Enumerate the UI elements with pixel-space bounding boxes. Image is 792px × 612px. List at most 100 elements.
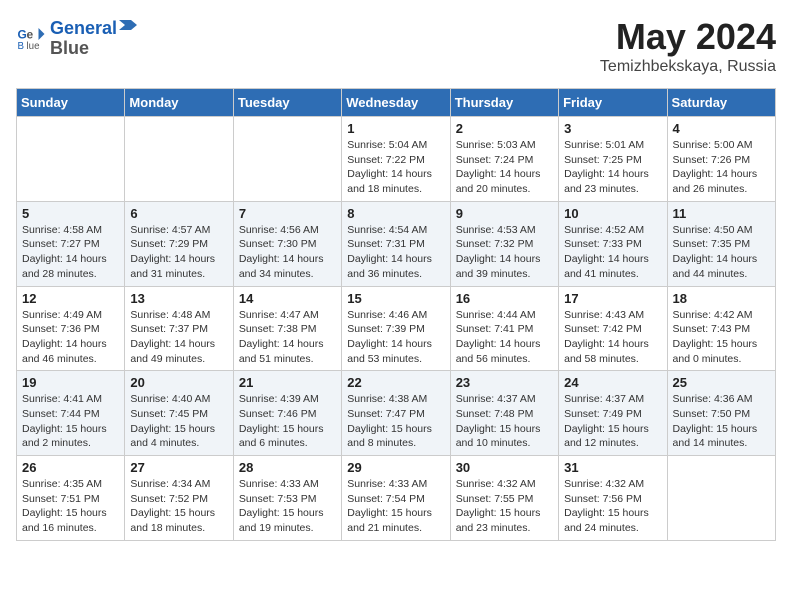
day-info: Sunrise: 4:41 AM Sunset: 7:44 PM Dayligh…	[22, 392, 119, 451]
calendar-week-row: 1 Sunrise: 5:04 AM Sunset: 7:22 PM Daylig…	[17, 117, 776, 202]
calendar-cell: 9 Sunrise: 4:53 AM Sunset: 7:32 PM Daylig…	[450, 201, 558, 286]
day-number: 11	[673, 206, 770, 221]
calendar-cell: 16 Sunrise: 4:44 AM Sunset: 7:41 PM Dayli…	[450, 286, 558, 371]
day-info: Sunrise: 4:49 AM Sunset: 7:36 PM Dayligh…	[22, 308, 119, 367]
day-number: 22	[347, 375, 444, 390]
day-number: 30	[456, 460, 553, 475]
page-header: G e B lue General Blue May 2024 Temizhbe…	[16, 16, 776, 76]
calendar-cell: 17 Sunrise: 4:43 AM Sunset: 7:42 PM Dayli…	[559, 286, 667, 371]
calendar-cell: 19 Sunrise: 4:41 AM Sunset: 7:44 PM Dayli…	[17, 371, 125, 456]
calendar-cell	[667, 456, 775, 541]
logo-blue: Blue	[50, 39, 139, 59]
day-info: Sunrise: 4:33 AM Sunset: 7:53 PM Dayligh…	[239, 477, 336, 536]
day-info: Sunrise: 4:35 AM Sunset: 7:51 PM Dayligh…	[22, 477, 119, 536]
calendar-cell: 24 Sunrise: 4:37 AM Sunset: 7:49 PM Dayli…	[559, 371, 667, 456]
day-number: 27	[130, 460, 227, 475]
day-number: 21	[239, 375, 336, 390]
day-info: Sunrise: 4:36 AM Sunset: 7:50 PM Dayligh…	[673, 392, 770, 451]
weekday-header: Monday	[125, 89, 233, 117]
day-info: Sunrise: 4:37 AM Sunset: 7:48 PM Dayligh…	[456, 392, 553, 451]
day-number: 13	[130, 291, 227, 306]
calendar-week-row: 5 Sunrise: 4:58 AM Sunset: 7:27 PM Daylig…	[17, 201, 776, 286]
day-number: 24	[564, 375, 661, 390]
svg-text:G: G	[18, 28, 27, 42]
calendar-cell: 5 Sunrise: 4:58 AM Sunset: 7:27 PM Daylig…	[17, 201, 125, 286]
day-info: Sunrise: 4:58 AM Sunset: 7:27 PM Dayligh…	[22, 223, 119, 282]
day-info: Sunrise: 4:54 AM Sunset: 7:31 PM Dayligh…	[347, 223, 444, 282]
weekday-header: Sunday	[17, 89, 125, 117]
day-number: 28	[239, 460, 336, 475]
logo-arrow	[119, 16, 139, 34]
weekday-header: Thursday	[450, 89, 558, 117]
calendar-cell: 6Sunrise: 4:57 AM Sunset: 7:29 PM Daylig…	[125, 201, 233, 286]
logo-general: General	[50, 19, 117, 39]
weekday-header: Saturday	[667, 89, 775, 117]
calendar-cell: 15 Sunrise: 4:46 AM Sunset: 7:39 PM Dayli…	[342, 286, 450, 371]
day-info: Sunrise: 4:48 AM Sunset: 7:37 PM Dayligh…	[130, 308, 227, 367]
calendar-week-row: 26Sunrise: 4:35 AM Sunset: 7:51 PM Dayli…	[17, 456, 776, 541]
day-number: 8	[347, 206, 444, 221]
day-info: Sunrise: 4:32 AM Sunset: 7:56 PM Dayligh…	[564, 477, 661, 536]
svg-text:e: e	[27, 28, 34, 42]
calendar-cell: 12 Sunrise: 4:49 AM Sunset: 7:36 PM Dayli…	[17, 286, 125, 371]
day-number: 7	[239, 206, 336, 221]
day-number: 19	[22, 375, 119, 390]
calendar-week-row: 19 Sunrise: 4:41 AM Sunset: 7:44 PM Dayli…	[17, 371, 776, 456]
day-info: Sunrise: 4:34 AM Sunset: 7:52 PM Dayligh…	[130, 477, 227, 536]
day-info: Sunrise: 4:39 AM Sunset: 7:46 PM Dayligh…	[239, 392, 336, 451]
day-number: 31	[564, 460, 661, 475]
calendar-cell: 22Sunrise: 4:38 AM Sunset: 7:47 PM Dayli…	[342, 371, 450, 456]
title-block: May 2024 Temizhbekskaya, Russia	[600, 16, 776, 76]
calendar-cell: 4Sunrise: 5:00 AM Sunset: 7:26 PM Daylig…	[667, 117, 775, 202]
day-number: 15	[347, 291, 444, 306]
calendar-cell: 7 Sunrise: 4:56 AM Sunset: 7:30 PM Daylig…	[233, 201, 341, 286]
day-info: Sunrise: 4:44 AM Sunset: 7:41 PM Dayligh…	[456, 308, 553, 367]
day-info: Sunrise: 4:50 AM Sunset: 7:35 PM Dayligh…	[673, 223, 770, 282]
svg-text:B: B	[18, 41, 25, 52]
day-info: Sunrise: 5:04 AM Sunset: 7:22 PM Dayligh…	[347, 138, 444, 197]
logo-icon: G e B lue	[16, 22, 46, 52]
calendar-cell: 11 Sunrise: 4:50 AM Sunset: 7:35 PM Dayli…	[667, 201, 775, 286]
day-info: Sunrise: 4:56 AM Sunset: 7:30 PM Dayligh…	[239, 223, 336, 282]
day-info: Sunrise: 4:47 AM Sunset: 7:38 PM Dayligh…	[239, 308, 336, 367]
weekday-header: Friday	[559, 89, 667, 117]
calendar-cell: 14 Sunrise: 4:47 AM Sunset: 7:38 PM Dayli…	[233, 286, 341, 371]
day-info: Sunrise: 4:46 AM Sunset: 7:39 PM Dayligh…	[347, 308, 444, 367]
day-number: 12	[22, 291, 119, 306]
day-info: Sunrise: 5:00 AM Sunset: 7:26 PM Dayligh…	[673, 138, 770, 197]
calendar-table: SundayMondayTuesdayWednesdayThursdayFrid…	[16, 88, 776, 541]
day-info: Sunrise: 4:53 AM Sunset: 7:32 PM Dayligh…	[456, 223, 553, 282]
weekday-header: Wednesday	[342, 89, 450, 117]
calendar-cell: 25 Sunrise: 4:36 AM Sunset: 7:50 PM Dayli…	[667, 371, 775, 456]
calendar-cell: 2 Sunrise: 5:03 AM Sunset: 7:24 PM Daylig…	[450, 117, 558, 202]
calendar-cell: 3Sunrise: 5:01 AM Sunset: 7:25 PM Daylig…	[559, 117, 667, 202]
day-info: Sunrise: 4:37 AM Sunset: 7:49 PM Dayligh…	[564, 392, 661, 451]
day-info: Sunrise: 4:32 AM Sunset: 7:55 PM Dayligh…	[456, 477, 553, 536]
calendar-cell: 18Sunrise: 4:42 AM Sunset: 7:43 PM Dayli…	[667, 286, 775, 371]
day-info: Sunrise: 5:01 AM Sunset: 7:25 PM Dayligh…	[564, 138, 661, 197]
calendar-cell: 13 Sunrise: 4:48 AM Sunset: 7:37 PM Dayli…	[125, 286, 233, 371]
calendar-header-row: SundayMondayTuesdayWednesdayThursdayFrid…	[17, 89, 776, 117]
day-number: 17	[564, 291, 661, 306]
weekday-header: Tuesday	[233, 89, 341, 117]
calendar-cell	[233, 117, 341, 202]
calendar-cell: 31 Sunrise: 4:32 AM Sunset: 7:56 PM Dayli…	[559, 456, 667, 541]
day-number: 25	[673, 375, 770, 390]
day-number: 18	[673, 291, 770, 306]
day-number: 6	[130, 206, 227, 221]
day-number: 2	[456, 121, 553, 136]
location: Temizhbekskaya, Russia	[600, 58, 776, 76]
day-info: Sunrise: 5:03 AM Sunset: 7:24 PM Dayligh…	[456, 138, 553, 197]
day-number: 5	[22, 206, 119, 221]
day-number: 14	[239, 291, 336, 306]
day-info: Sunrise: 4:43 AM Sunset: 7:42 PM Dayligh…	[564, 308, 661, 367]
day-number: 1	[347, 121, 444, 136]
calendar-cell	[125, 117, 233, 202]
day-number: 9	[456, 206, 553, 221]
day-number: 16	[456, 291, 553, 306]
calendar-cell: 21 Sunrise: 4:39 AM Sunset: 7:46 PM Dayli…	[233, 371, 341, 456]
calendar-cell: 26Sunrise: 4:35 AM Sunset: 7:51 PM Dayli…	[17, 456, 125, 541]
calendar-cell: 28 Sunrise: 4:33 AM Sunset: 7:53 PM Dayli…	[233, 456, 341, 541]
calendar-cell: 1 Sunrise: 5:04 AM Sunset: 7:22 PM Daylig…	[342, 117, 450, 202]
day-info: Sunrise: 4:33 AM Sunset: 7:54 PM Dayligh…	[347, 477, 444, 536]
